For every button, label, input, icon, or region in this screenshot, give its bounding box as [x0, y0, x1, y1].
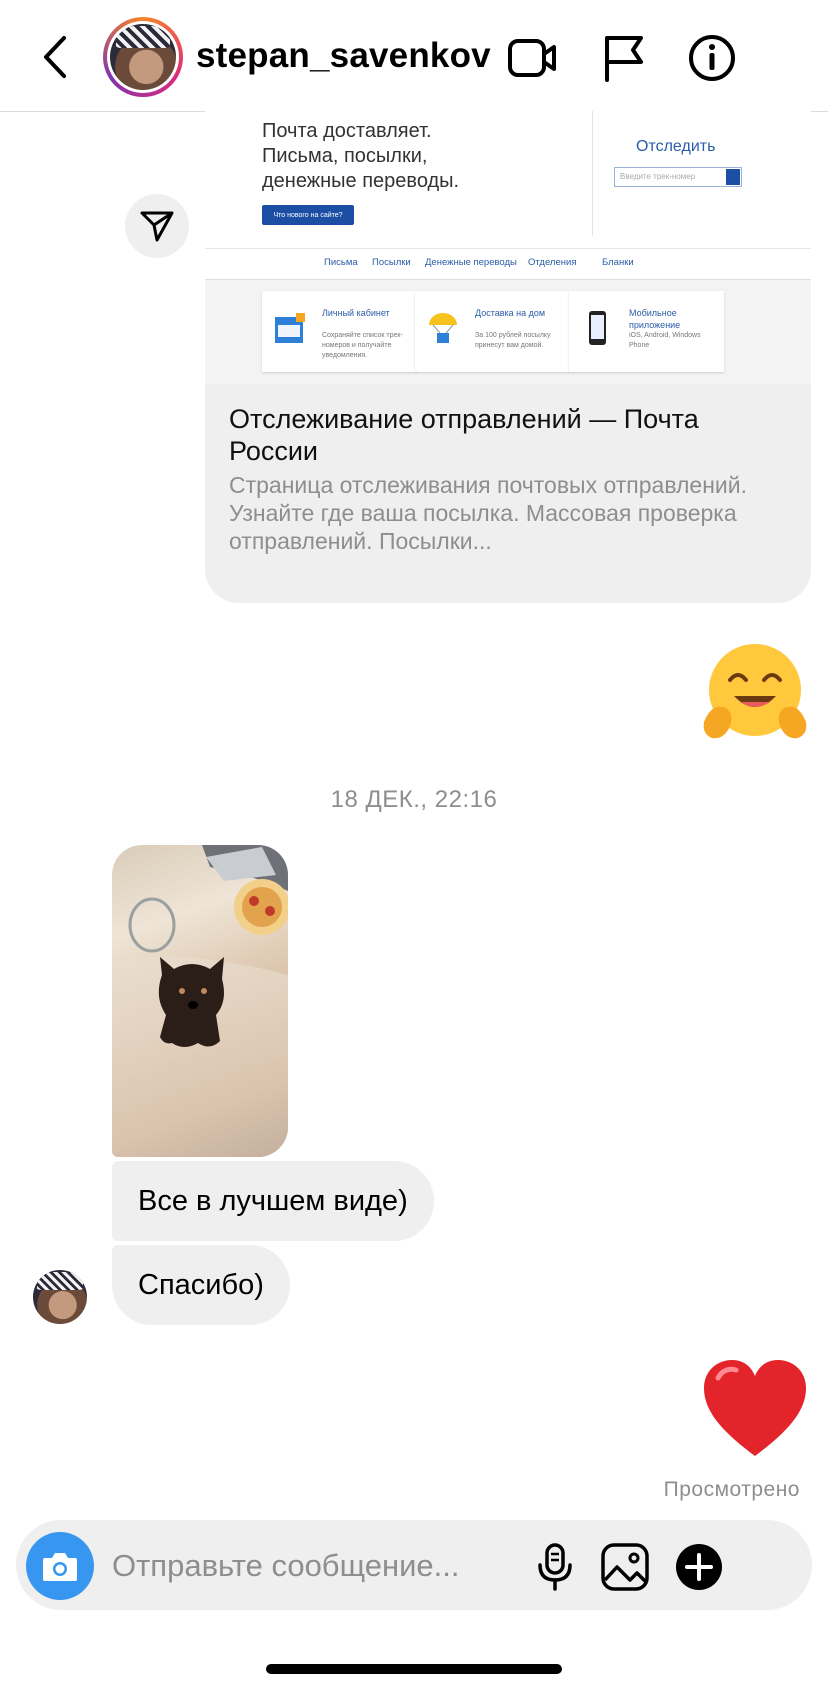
incoming-message-bubble[interactable]: Все в лучшем виде) [112, 1161, 434, 1241]
gallery-image-icon[interactable] [600, 1542, 650, 1592]
preview-nav-item: Письма [324, 257, 358, 268]
photo-message[interactable] [112, 845, 288, 1157]
sender-avatar[interactable] [33, 1270, 87, 1324]
microphone-icon[interactable] [530, 1542, 580, 1592]
message-input[interactable] [112, 1542, 552, 1590]
incoming-message-bubble[interactable]: Спасибо) [112, 1245, 290, 1325]
camera-icon [43, 1553, 77, 1581]
chat-username[interactable]: stepan_savenkov [196, 36, 491, 76]
link-preview-screenshot: Почта доставляет. Письма, посылки, денеж… [205, 111, 811, 384]
preview-headline: Почта доставляет. Письма, посылки, денеж… [262, 120, 460, 192]
preview-track-label: Отследить [636, 138, 716, 155]
link-title: Отслеживание отправлений — Почта России [229, 404, 699, 466]
paper-plane-icon [140, 211, 174, 242]
message-text: Спасибо) [138, 1268, 264, 1301]
chat-header: stepan_savenkov [0, 0, 828, 112]
preview-nav-item: Денежные переводы [425, 257, 517, 268]
divider [205, 248, 811, 249]
preview-track-input: Введите трек-номер [614, 167, 742, 187]
search-icon [726, 169, 740, 185]
preview-nav-item: Бланки [602, 257, 634, 268]
preview-nav-item: Посылки [372, 257, 411, 268]
profile-avatar[interactable] [103, 17, 183, 97]
red-heart-emoji[interactable] [700, 1356, 810, 1466]
message-timestamp: 18 ДЕК., 22:16 [330, 786, 498, 813]
preview-whats-new-button: Что нового на сайте? [262, 205, 354, 225]
avatar-photo [110, 24, 176, 90]
preview-tile: Личный кабинет Сохраняйте список трек-но… [262, 291, 417, 372]
preview-nav-item: Отделения [528, 257, 577, 268]
share-message-button[interactable] [125, 194, 189, 258]
hugging-face-emoji[interactable] [700, 640, 810, 750]
parachute-icon [429, 313, 457, 343]
preview-tile: Мобильное приложение iOS, Android, Windo… [569, 291, 724, 372]
message-text: Все в лучшем виде) [138, 1184, 408, 1217]
video-call-icon[interactable] [506, 32, 558, 84]
preview-tile: Доставка на дом За 100 рублей посылку пр… [415, 291, 570, 372]
report-flag-icon[interactable] [598, 32, 650, 84]
link-preview-card[interactable]: Почта доставляет. Письма, посылки, денеж… [205, 111, 811, 603]
info-icon[interactable] [686, 32, 738, 84]
camera-button[interactable] [26, 1532, 94, 1600]
smartphone-icon [589, 311, 606, 345]
seen-status: Просмотрено [663, 1478, 800, 1501]
add-plus-icon[interactable] [674, 1542, 724, 1592]
home-indicator [266, 1664, 562, 1674]
tshirt-photo [112, 845, 288, 1157]
link-description: Страница отслеживания почтовых отправлен… [229, 472, 748, 554]
back-chevron-icon[interactable] [38, 34, 74, 80]
cabinet-icon [275, 313, 305, 343]
divider [592, 111, 593, 236]
